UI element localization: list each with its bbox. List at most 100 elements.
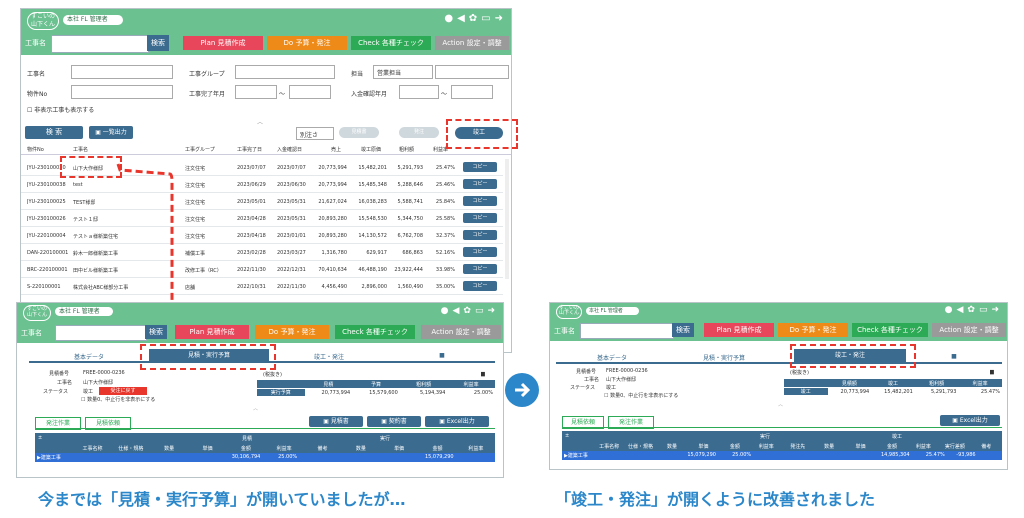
before-hide-checkbox[interactable]: ☐ 数量0、中止行を非表示にする (81, 396, 155, 403)
copy-button[interactable]: コピー (463, 162, 497, 172)
header-icons[interactable]: ●◀✿▭➜ (444, 13, 507, 24)
logout-icon[interactable]: ➜ (495, 13, 507, 24)
filter-kanryo-to[interactable] (289, 85, 331, 99)
detail-before-search-input[interactable] (55, 325, 147, 341)
gear-icon[interactable]: ✿ (469, 13, 481, 24)
before-excel-button[interactable]: ▣ Excel出力 (425, 416, 489, 427)
detail-after-check[interactable]: Check 各種チェック (852, 323, 928, 337)
table-scrollbar[interactable] (505, 159, 509, 279)
filter-bukken-input[interactable] (71, 85, 173, 99)
detail-after-icons[interactable]: ●◀✿▭➜ (945, 305, 1003, 315)
before-subtab-irai[interactable]: 見積依頼 (85, 417, 131, 430)
dummy-button-1[interactable]: 見積書 (339, 127, 379, 138)
filter-bukken-label: 物件No (27, 91, 48, 98)
filter-nyukin-from[interactable] (399, 85, 439, 99)
detail-before-user[interactable]: 本社 FL 管理者 (55, 307, 113, 316)
export-button[interactable]: ▣ 一覧出力 (89, 126, 133, 139)
filter-kanryo-from[interactable] (235, 85, 277, 99)
copy-button[interactable]: コピー (463, 247, 497, 257)
table-row[interactable]: BRC-220100001 田中ビル様新築工事 改修工事（RC） 2022/11/30… (21, 261, 503, 278)
filter-group-select[interactable] (235, 65, 335, 79)
do-button[interactable]: Do 予算・発注 (267, 36, 347, 50)
th-bukken[interactable]: 物件No (27, 146, 44, 153)
before-collapse-icon[interactable]: ︿ (253, 405, 258, 412)
table-row[interactable]: DAN-220100001 鈴木一郎様新築工事 補償工事 2023/02/28 2023… (21, 244, 503, 261)
grid-expand-icon[interactable]: ± (565, 433, 569, 439)
th-kanryo[interactable]: 工事完了日 (237, 146, 262, 153)
detail-before-plan[interactable]: Plan 見積作成 (175, 325, 249, 339)
collapse-icon[interactable]: ︿ (257, 117, 263, 126)
after-print-icon[interactable]: ▆ (990, 369, 994, 375)
filter-kouji-input[interactable] (71, 65, 173, 79)
filter-tantou-select[interactable]: 営業担当 (373, 65, 433, 79)
detail-after-search-input[interactable] (580, 323, 674, 339)
detail-after-search-button[interactable]: 検索 (672, 323, 694, 337)
table-row[interactable]: JYU-230100038 test 注文住宅 2023/06/29 2023/06/3… (21, 176, 503, 193)
copy-button[interactable]: コピー (463, 213, 497, 223)
detail-after-tab-folder[interactable]: ■ (906, 353, 1002, 360)
folder-icon[interactable]: ▭ (481, 13, 494, 24)
copy-button[interactable]: コピー (463, 196, 497, 206)
table-row[interactable]: JYU-230100026 テスト１邸 注文住宅 2023/04/28 2023/05/… (21, 210, 503, 227)
hidden-checkbox[interactable]: ☐ 非表示工事も表示する (27, 105, 94, 114)
chat-icon[interactable]: ● (444, 13, 457, 24)
before-keiyaku-button[interactable]: ▣ 契約書 (367, 416, 421, 427)
th-group[interactable]: 工事グループ (185, 146, 215, 153)
detail-after-plan[interactable]: Plan 見積作成 (704, 323, 774, 337)
before-status-badge[interactable]: 受注に戻す (99, 387, 147, 395)
detail-before-do[interactable]: Do 予算・発注 (255, 325, 329, 339)
table-row[interactable]: JYU-230100025 TEST様邸 注文住宅 2023/05/01 2023/05… (21, 193, 503, 210)
th-genka[interactable]: 竣工原価 (361, 146, 381, 153)
detail-after-tab-mitsumori[interactable]: 見積・実行予算 (668, 353, 780, 362)
filter-nyukin-to[interactable] (451, 85, 493, 99)
before-print-icon[interactable]: ▆ (481, 371, 485, 377)
filter-tantou2-select[interactable] (435, 65, 509, 79)
copy-button[interactable]: コピー (463, 281, 497, 291)
before-subtab-hacchu[interactable]: 発注作業 (35, 417, 81, 430)
after-hide-checkbox[interactable]: ☐ 数量0、中止行を非表示にする (604, 392, 678, 399)
table-cell: JYU-220100004 (27, 233, 66, 239)
copy-button[interactable]: コピー (463, 179, 497, 189)
after-sort[interactable]: (税抜き) (790, 369, 809, 376)
copy-button[interactable]: コピー (463, 264, 497, 274)
copy-button[interactable]: コピー (463, 230, 497, 240)
table-row[interactable]: S-220100001 株式会社ABC様部分工事 店舗 2022/10/31 2022/… (21, 278, 503, 295)
detail-after-user[interactable]: 本社 FL 管理者 (586, 307, 639, 315)
megaphone-icon[interactable]: ◀ (457, 13, 469, 24)
after-subtab-hacchu[interactable]: 発注作業 (608, 416, 654, 429)
detail-after-action[interactable]: Action 設定・調整 (932, 323, 1006, 337)
sort-select[interactable]: 別注さ (296, 127, 334, 140)
detail-before-icons[interactable]: ●◀✿▭➜ (441, 306, 499, 316)
grid-expand-icon[interactable]: ± (38, 435, 42, 441)
table-cell: 32.37% (435, 233, 455, 239)
before-sort[interactable]: (税抜き) (263, 371, 282, 378)
table-cell: 15,482,201 (358, 165, 387, 171)
filter-tantou-value: 営業担当 (377, 70, 402, 77)
search-list-button[interactable]: 検 索 (25, 126, 83, 139)
detail-after-tab-kihon[interactable]: 基本データ (556, 353, 668, 362)
kouji-search-input[interactable] (51, 35, 149, 53)
plan-button[interactable]: Plan 見積作成 (183, 36, 263, 50)
detail-after-kouji-label: 工事名 (554, 327, 575, 335)
before-mitsumori-button[interactable]: ▣ 見積書 (309, 416, 363, 427)
th-uriage[interactable]: 売上 (331, 146, 341, 153)
after-subtab-irai[interactable]: 見積依頼 (562, 416, 604, 429)
detail-before-action[interactable]: Action 設定・調整 (421, 325, 501, 339)
th-kouji[interactable]: 工事名 (73, 146, 88, 153)
detail-before-tab-kanko[interactable]: 竣工・発注 (269, 352, 389, 361)
dummy-button-2[interactable]: 発注 (399, 127, 439, 138)
detail-before-tab-folder[interactable]: ■ (389, 352, 495, 359)
search-button[interactable]: 検索 (147, 35, 169, 51)
detail-before-search-button[interactable]: 検索 (145, 325, 167, 339)
after-collapse-icon[interactable]: ︿ (778, 401, 783, 408)
th-nyukin[interactable]: 入金確認日 (277, 146, 302, 153)
check-button[interactable]: Check 各種チェック (351, 36, 431, 50)
action-button[interactable]: Action 設定・調整 (435, 36, 509, 50)
detail-before-check[interactable]: Check 各種チェック (335, 325, 415, 339)
detail-before-tab-kihon[interactable]: 基本データ (29, 352, 149, 361)
table-row[interactable]: JYU-220100004 テストａ様新築住宅 注文住宅 2023/04/18 2023… (21, 227, 503, 244)
detail-after-do[interactable]: Do 予算・発注 (778, 323, 848, 337)
th-arari[interactable]: 粗利額 (399, 146, 414, 153)
user-badge[interactable]: 本社 FL 管理者 (63, 15, 123, 25)
after-excel-button[interactable]: ▣ Excel出力 (940, 415, 1000, 426)
